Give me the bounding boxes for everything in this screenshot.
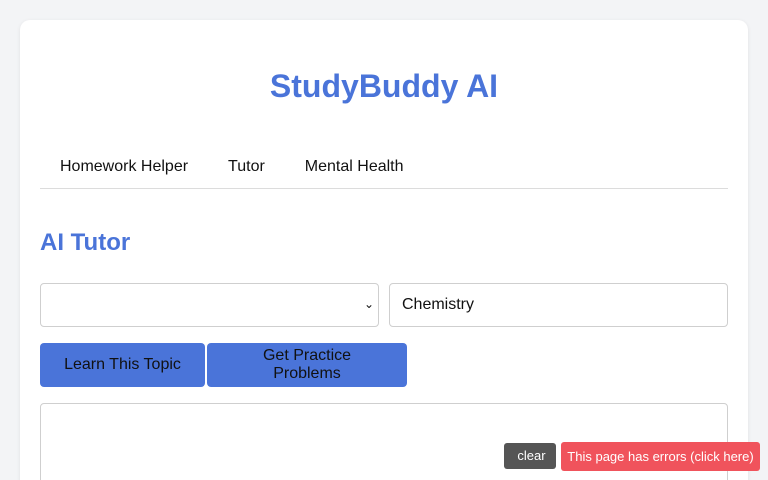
section-title: AI Tutor xyxy=(40,229,131,256)
chevron-down-icon: ⌄ xyxy=(363,297,374,311)
tab-tutor[interactable]: Tutor xyxy=(208,158,285,182)
tab-homework-helper[interactable]: Homework Helper xyxy=(40,158,208,182)
tab-mental-health[interactable]: Mental Health xyxy=(285,158,424,182)
learn-topic-button[interactable]: Learn This Topic xyxy=(40,343,205,387)
nav-tabs: Homework Helper Tutor Mental Health xyxy=(40,158,728,189)
error-message-banner[interactable]: This page has errors (click here) xyxy=(561,442,760,471)
app-title: StudyBuddy AI xyxy=(269,68,499,104)
topic-input[interactable] xyxy=(389,283,728,327)
practice-problems-button[interactable]: Get Practice Problems xyxy=(207,343,407,387)
error-clear-label: clear xyxy=(517,448,546,463)
main-card: StudyBuddy AI Homework Helper Tutor Ment… xyxy=(20,20,748,480)
error-clear-button[interactable]: clear xyxy=(504,443,556,469)
subject-select[interactable]: ⌄ xyxy=(40,283,379,327)
